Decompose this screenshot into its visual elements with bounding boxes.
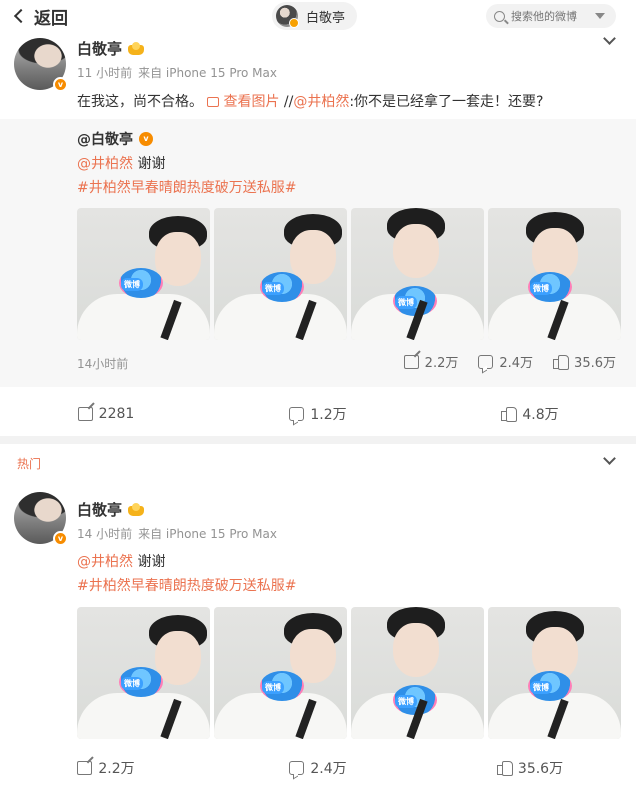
- repost-topic: #井柏然早春晴朗热度破万送私服#: [77, 177, 296, 197]
- post-time[interactable]: 11 小时前: [77, 66, 132, 80]
- mention-link[interactable]: @井柏然: [77, 156, 133, 172]
- post-action-bar: 2281 1.2万 4.8万: [0, 396, 636, 432]
- chevron-left-icon: [13, 8, 29, 24]
- photo-thumb[interactable]: 微博: [351, 208, 484, 340]
- post-topic: #井柏然早春晴朗热度破万送私服#: [77, 575, 296, 595]
- repost-thanks: 谢谢: [133, 156, 166, 172]
- verified-icon: v: [139, 132, 153, 146]
- section-divider: [0, 436, 636, 444]
- thumbs-up-icon: [496, 761, 513, 776]
- photo-thumb[interactable]: 微博: [77, 607, 210, 739]
- photo-grid: 微博 微博 微博 微博: [77, 208, 621, 340]
- comment-button[interactable]: 2.4万: [212, 750, 424, 786]
- comment-count: 1.2万: [310, 407, 347, 423]
- post-text: @井柏然 谢谢: [77, 551, 165, 571]
- search-icon: [494, 10, 505, 22]
- post-meta: 14 小时前 来自 iPhone 15 Pro Max: [77, 525, 283, 542]
- user-pill[interactable]: 白敬亭: [272, 2, 358, 30]
- author-avatar[interactable]: v: [14, 492, 68, 546]
- share-count: 2281: [98, 406, 135, 422]
- post-source: 来自 iPhone 15 Pro Max: [138, 527, 277, 541]
- post-action-bar: 2.2万 2.4万 35.6万: [0, 750, 636, 786]
- photo-thumb[interactable]: 微博: [77, 208, 210, 340]
- search-input[interactable]: [511, 9, 593, 23]
- avatar: [276, 5, 299, 28]
- like-count: 35.6万: [517, 761, 564, 777]
- search-box[interactable]: [486, 4, 616, 28]
- verified-icon: v: [53, 531, 68, 546]
- author-name-text: 白敬亭: [77, 501, 123, 519]
- topic-link[interactable]: #井柏然早春晴朗热度破万送私服#: [77, 180, 296, 196]
- comment-button[interactable]: 1.2万: [212, 396, 424, 432]
- author-name-text: 白敬亭: [77, 40, 123, 58]
- caret-down-icon[interactable]: [595, 13, 605, 19]
- post-text-main: 在我这，尚不合格。: [77, 94, 203, 110]
- author-name[interactable]: 白敬亭: [77, 38, 146, 59]
- repost-author[interactable]: @白敬亭 v: [77, 129, 153, 149]
- share-count: 2.2万: [98, 761, 135, 777]
- comment-count: 2.4万: [499, 356, 534, 371]
- photo-thumb[interactable]: 微博: [214, 607, 347, 739]
- like-button[interactable]: 35.6万: [424, 750, 636, 786]
- chevron-down-icon[interactable]: [603, 32, 616, 45]
- photo-thumb[interactable]: 微博: [488, 208, 621, 340]
- mention-link[interactable]: @井柏然: [293, 94, 349, 110]
- repost-author-name: @白敬亭: [77, 132, 133, 148]
- share-button[interactable]: 2.2万: [0, 750, 212, 786]
- comment-icon: [478, 354, 494, 369]
- image-icon: [207, 97, 220, 107]
- repost-card[interactable]: @白敬亭 v @井柏然 谢谢 #井柏然早春晴朗热度破万送私服# 微博 微博 微博…: [0, 119, 636, 387]
- repost-slashes: //: [279, 94, 294, 110]
- thumbs-up-icon: [501, 407, 518, 422]
- share-count: 2.2万: [424, 356, 459, 371]
- repost-stats: 2.2万 2.4万 35.6万: [403, 352, 616, 371]
- repost-comment-button[interactable]: 2.4万: [478, 352, 533, 371]
- back-button[interactable]: 返回: [12, 4, 68, 29]
- like-button[interactable]: 4.8万: [424, 396, 636, 432]
- photo-thumb[interactable]: 微博: [351, 607, 484, 739]
- topic-link[interactable]: #井柏然早春晴朗热度破万送私服#: [77, 578, 296, 594]
- comment-count: 2.4万: [310, 761, 347, 777]
- chevron-down-icon[interactable]: [603, 452, 616, 465]
- crown-icon: [126, 41, 146, 56]
- like-count: 35.6万: [574, 356, 616, 371]
- share-icon: [403, 354, 419, 369]
- back-label: 返回: [34, 8, 68, 29]
- author-avatar[interactable]: v: [14, 38, 68, 92]
- view-image-label: 查看图片: [223, 94, 280, 110]
- thumbs-up-icon: [553, 354, 570, 370]
- share-icon: [77, 407, 93, 421]
- post-thanks: 谢谢: [133, 554, 166, 570]
- view-image-link[interactable]: 查看图片: [207, 94, 279, 110]
- post-time[interactable]: 14 小时前: [77, 527, 132, 541]
- quote-text: :你不是已经拿了一套走！还要?: [349, 94, 544, 110]
- post-meta: 11 小时前 来自 iPhone 15 Pro Max: [77, 64, 283, 81]
- crown-icon: [126, 502, 146, 517]
- like-count: 4.8万: [522, 407, 559, 423]
- comment-icon: [289, 761, 305, 775]
- photo-thumb[interactable]: 微博: [214, 208, 347, 340]
- repost-text: @井柏然 谢谢: [77, 153, 165, 173]
- share-button[interactable]: 2281: [0, 396, 212, 432]
- hot-label: 热门: [17, 457, 42, 471]
- top-bar: 返回 白敬亭: [0, 0, 636, 32]
- mention-link[interactable]: @井柏然: [77, 554, 133, 570]
- repost-like-button[interactable]: 35.6万: [553, 352, 616, 371]
- user-pill-name: 白敬亭: [306, 10, 346, 26]
- author-name[interactable]: 白敬亭: [77, 499, 146, 520]
- verified-icon: v: [53, 77, 68, 92]
- photo-grid: 微博 微博 微博 微博: [77, 607, 621, 739]
- share-icon: [77, 761, 93, 775]
- post-source: 来自 iPhone 15 Pro Max: [138, 66, 277, 80]
- repost-time[interactable]: 14小时前: [77, 355, 128, 372]
- repost-share-button[interactable]: 2.2万: [403, 352, 459, 371]
- photo-thumb[interactable]: 微博: [488, 607, 621, 739]
- post-text: 在我这，尚不合格。 查看图片 //@井柏然:你不是已经拿了一套走！还要?: [77, 91, 544, 111]
- comment-icon: [289, 407, 305, 421]
